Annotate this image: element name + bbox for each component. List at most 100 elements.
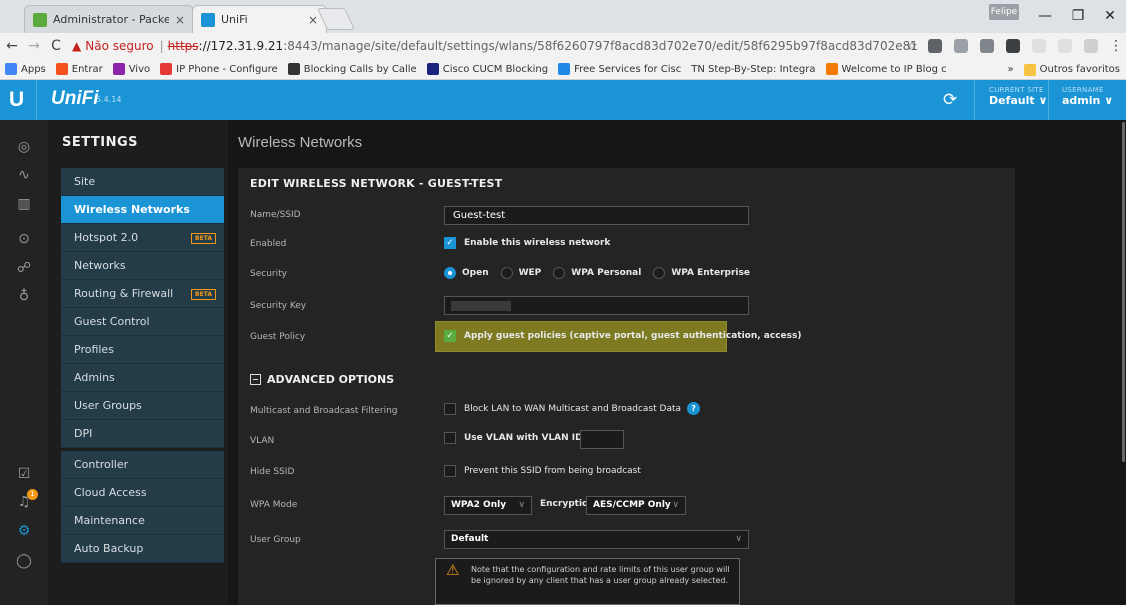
url-scheme: https — [167, 39, 199, 53]
edit-network-panel: EDIT WIRELESS NETWORK - GUEST-TEST Name/… — [238, 168, 1015, 605]
vlan-checkbox[interactable]: Use VLAN with VLAN ID — [444, 432, 583, 444]
profile-button[interactable]: Felipe — [989, 4, 1019, 20]
radio-wpa-enterprise[interactable] — [653, 267, 666, 279]
version-label: 5.4.14 — [96, 95, 122, 104]
sidebar-item-profiles[interactable]: Profiles — [61, 336, 224, 364]
current-site-selector[interactable]: CURRENT SITE Default ∨ — [989, 86, 1047, 107]
bookmark-item[interactable]: Vivo — [112, 63, 150, 75]
username-menu[interactable]: USERNAME admin ∨ — [1062, 86, 1113, 107]
bookmark-item[interactable]: Blocking Calls by Calle — [287, 63, 417, 75]
guest-policy-label: Guest Policy — [250, 332, 306, 342]
wpa-mode-select[interactable]: WPA2 Only ∨ — [444, 496, 532, 515]
extension-icon[interactable] — [954, 39, 968, 53]
sidebar-item-dpi[interactable]: DPI — [61, 420, 224, 448]
extension-icon[interactable] — [1084, 39, 1098, 53]
tab-packetfence[interactable]: Administrator - PacketFe × — [24, 5, 194, 33]
user-group-select[interactable]: Default ∨ — [444, 530, 749, 549]
username-label: USERNAME — [1062, 86, 1104, 94]
bookmark-item[interactable]: IP Phone - Configure — [160, 63, 278, 75]
star-icon[interactable]: ☆ — [902, 39, 922, 54]
close-icon[interactable]: × — [308, 13, 318, 27]
sidebar-item-user-groups[interactable]: User Groups — [61, 392, 224, 420]
extension-icon[interactable] — [1006, 39, 1020, 53]
events-icon[interactable]: ☑ — [0, 466, 48, 482]
unifi-brand: UniFi — [51, 88, 99, 109]
address-bar[interactable]: ▲ Não seguro | https ://172.31.9.21 :844… — [72, 39, 918, 53]
sidebar-item-label: Wireless Networks — [74, 203, 190, 216]
radio-wep[interactable] — [500, 267, 513, 279]
enable-network-checkbox[interactable]: ✓ Enable this wireless network — [444, 237, 610, 249]
bookmark-apps[interactable]: Apps — [5, 63, 46, 75]
radio-open[interactable] — [444, 267, 456, 279]
security-label: Security — [250, 269, 287, 279]
bookmark-item[interactable]: TN Step-By-Step: Integra — [691, 64, 815, 75]
multicast-checkbox[interactable]: Block LAN to WAN Multicast and Broadcast… — [444, 402, 701, 415]
encryption-select[interactable]: AES/CCMP Only ∨ — [586, 496, 686, 515]
ssid-input[interactable]: Guest-test — [444, 206, 749, 225]
menu-icon[interactable]: ⋮ — [1106, 38, 1126, 54]
devices-icon[interactable]: ⊙ — [0, 231, 48, 247]
bookmark-label: Entrar — [71, 63, 103, 75]
map-icon[interactable]: ▥ — [0, 196, 48, 212]
sidebar-item-routing-firewall[interactable]: Routing & Firewall BETA — [61, 280, 224, 308]
ssid-value: Guest-test — [453, 210, 506, 221]
sidebar-item-label: Guest Control — [74, 315, 150, 328]
help-icon[interactable]: ? — [687, 402, 701, 415]
tab-unifi[interactable]: UniFi × — [192, 5, 327, 33]
chevron-down-icon: ∨ — [518, 500, 525, 510]
sidebar-item-hotspot[interactable]: Hotspot 2.0 BETA — [61, 224, 224, 252]
close-window-button[interactable]: ✕ — [1100, 8, 1120, 24]
sidebar-item-guest-control[interactable]: Guest Control — [61, 308, 224, 336]
settings-menu-system: Controller Cloud Access Maintenance Auto… — [61, 451, 224, 563]
bookmark-item[interactable]: Free Services for Cisc — [558, 63, 681, 75]
minimize-button[interactable]: — — [1035, 8, 1055, 24]
extension-icon[interactable] — [1058, 39, 1072, 53]
scrollbar[interactable] — [1122, 122, 1125, 462]
sidebar-item-networks[interactable]: Networks — [61, 252, 224, 280]
insights-icon[interactable]: ♁ — [0, 288, 48, 304]
sidebar-item-maintenance[interactable]: Maintenance — [61, 507, 224, 535]
sidebar-item-label: Controller — [74, 458, 129, 471]
settings-menu-primary: Site Wireless Networks Hotspot 2.0 BETA N… — [61, 168, 224, 448]
maximize-button[interactable]: ❐ — [1068, 8, 1088, 24]
settings-sidebar: SETTINGS Site Wireless Networks Hotspot … — [48, 120, 228, 605]
back-arrow-icon[interactable]: ← — [2, 38, 22, 54]
extension-icon[interactable] — [928, 39, 942, 53]
chat-icon[interactable]: ◯ — [0, 553, 48, 569]
chevron-down-icon: ∨ — [672, 500, 679, 510]
close-icon[interactable]: × — [175, 13, 185, 27]
browser-tabstrip: Administrator - PacketFe × UniFi × Felip… — [0, 0, 1126, 33]
sidebar-item-controller[interactable]: Controller — [61, 451, 224, 479]
radio-wpa-personal[interactable] — [553, 267, 566, 279]
extension-icon[interactable] — [1032, 39, 1046, 53]
bookmark-item[interactable]: Welcome to IP Blog c — [825, 63, 947, 75]
sidebar-item-auto-backup[interactable]: Auto Backup — [61, 535, 224, 563]
bookmark-favicon-icon — [426, 63, 439, 75]
sidebar-item-cloud-access[interactable]: Cloud Access — [61, 479, 224, 507]
guest-policy-checkbox[interactable]: ✓ Apply guest policies (captive portal, … — [444, 330, 801, 342]
radio-label: WPA Personal — [571, 268, 642, 278]
reload-icon[interactable]: C — [46, 38, 66, 54]
refresh-icon[interactable]: ⟳ — [943, 90, 957, 110]
sidebar-item-admins[interactable]: Admins — [61, 364, 224, 392]
settings-icon[interactable]: ⚙ — [0, 523, 48, 539]
alerts-icon[interactable]: ♫ — [0, 494, 48, 510]
hide-ssid-checkbox[interactable]: Prevent this SSID from being broadcast — [444, 465, 641, 477]
statistics-icon[interactable]: ∿ — [0, 167, 48, 183]
advanced-options-toggle[interactable]: ADVANCED OPTIONS — [250, 373, 394, 386]
bookmark-item[interactable]: Entrar — [55, 63, 103, 75]
other-bookmarks-button[interactable]: Outros favoritos — [1040, 64, 1120, 75]
vlan-id-input[interactable] — [580, 430, 624, 449]
forward-arrow-icon[interactable]: → — [24, 38, 44, 54]
dashboard-icon[interactable]: ◎ — [0, 139, 48, 155]
extension-icon[interactable] — [980, 39, 994, 53]
bookmark-item[interactable]: Cisco CUCM Blocking — [426, 63, 548, 75]
bookmarks-more-button[interactable]: » — [1008, 64, 1014, 75]
sidebar-item-wireless-networks[interactable]: Wireless Networks — [61, 196, 224, 224]
sidebar-item-site[interactable]: Site — [61, 168, 224, 196]
insecure-label: Não seguro — [85, 39, 154, 53]
url-host: ://172.31.9.21 — [198, 39, 284, 53]
security-key-input[interactable] — [444, 296, 749, 315]
tab-title: Administrator - PacketFe — [53, 13, 169, 26]
clients-icon[interactable]: ☍ — [0, 260, 48, 276]
